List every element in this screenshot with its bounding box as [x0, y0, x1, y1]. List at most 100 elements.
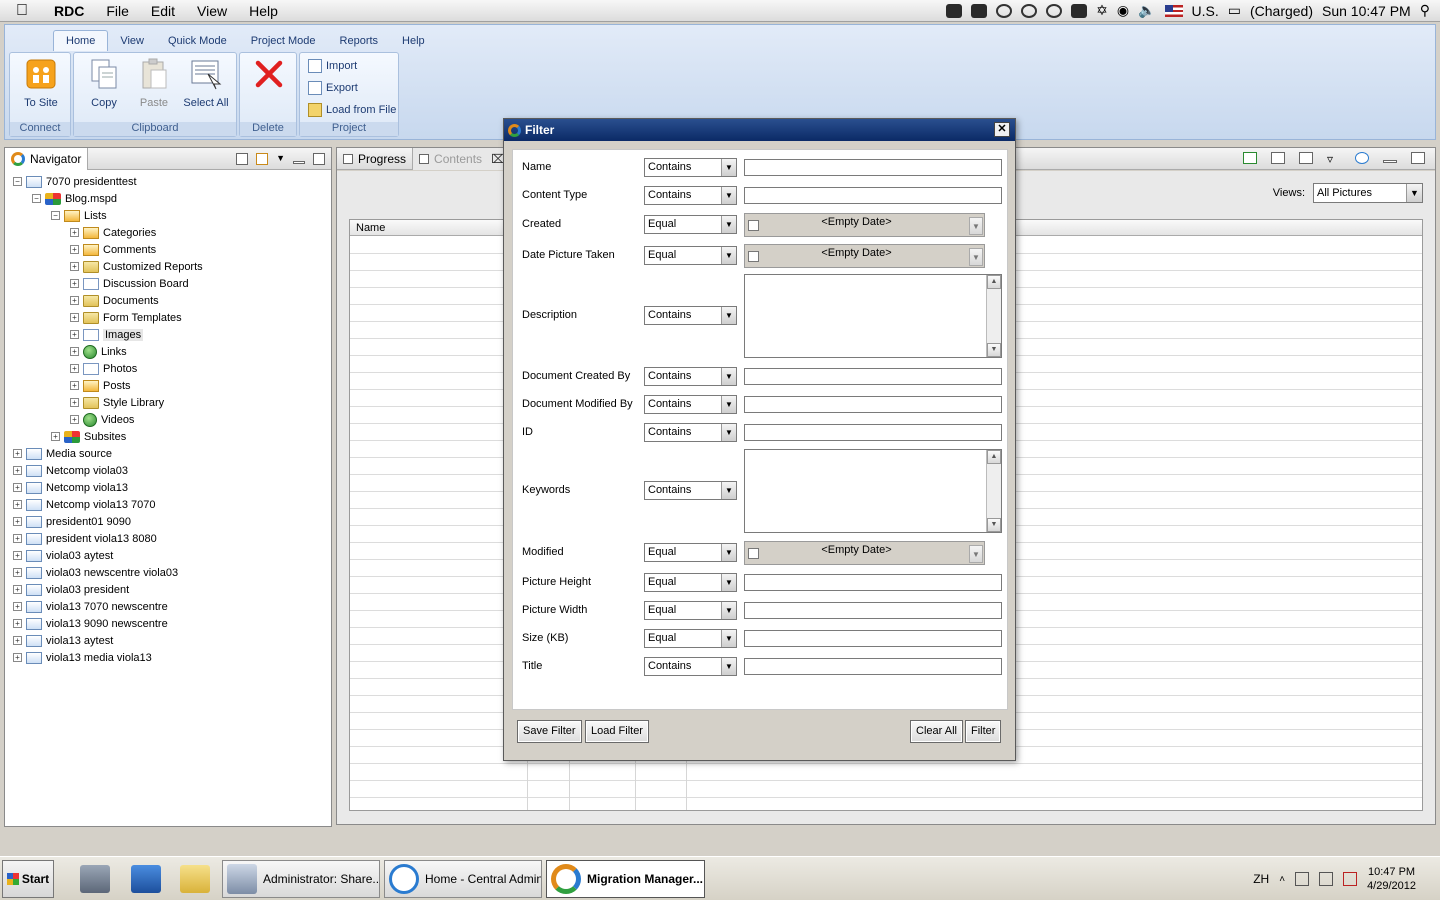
- content-minimize-icon[interactable]: [1383, 160, 1397, 163]
- menu-view[interactable]: View: [186, 3, 238, 19]
- expand-toggle-icon[interactable]: +: [13, 551, 22, 560]
- tree-node[interactable]: + Images: [70, 326, 144, 343]
- operator-dropdown[interactable]: Equal ▼: [644, 246, 737, 265]
- close-icon[interactable]: ✕: [994, 122, 1010, 137]
- tree-node[interactable]: + viola03 aytest: [13, 547, 113, 564]
- tab-quick-mode[interactable]: Quick Mode: [156, 31, 239, 51]
- tree-node[interactable]: − Lists: [51, 207, 107, 224]
- load-from-file-button[interactable]: Load from File: [308, 100, 396, 120]
- bluetooth-icon[interactable]: ✡: [1096, 2, 1108, 19]
- dropdown-arrow-icon[interactable]: ▼: [721, 544, 736, 561]
- menu-file[interactable]: File: [95, 3, 140, 19]
- tree-node[interactable]: + Discussion Board: [70, 275, 189, 292]
- delete-button[interactable]: [239, 57, 299, 97]
- expand-toggle-icon[interactable]: +: [70, 381, 79, 390]
- value-input[interactable]: [744, 602, 1002, 619]
- flag-icon[interactable]: [1164, 4, 1183, 17]
- tree-node[interactable]: + Media source: [13, 445, 112, 462]
- battery-status[interactable]: (Charged): [1250, 3, 1313, 19]
- tree-node[interactable]: + viola13 aytest: [13, 632, 113, 649]
- volume-muted-icon[interactable]: [1343, 872, 1358, 886]
- clear-all-button[interactable]: Clear All: [910, 720, 963, 743]
- expand-toggle-icon[interactable]: +: [70, 398, 79, 407]
- expand-toggle-icon[interactable]: +: [13, 449, 22, 458]
- dropdown-arrow-icon[interactable]: ▼: [721, 482, 736, 499]
- tree-node[interactable]: + Customized Reports: [70, 258, 203, 275]
- operator-dropdown[interactable]: Equal ▼: [644, 629, 737, 648]
- tree-node[interactable]: + Photos: [70, 360, 137, 377]
- tree-node[interactable]: + Categories: [70, 224, 156, 241]
- to-site-button[interactable]: To Site: [11, 57, 71, 109]
- collapse-toggle-icon[interactable]: −: [13, 177, 22, 186]
- tree-node[interactable]: + viola13 9090 newscentre: [13, 615, 168, 632]
- value-input[interactable]: [744, 574, 1002, 591]
- taskbar-clock[interactable]: 10:47 PM 4/29/2012: [1367, 865, 1416, 893]
- operator-dropdown[interactable]: Contains ▼: [644, 481, 737, 500]
- tree-node[interactable]: + Netcomp viola13: [13, 479, 128, 496]
- apple-menu-icon[interactable]: : [0, 2, 44, 20]
- tab-project-mode[interactable]: Project Mode: [239, 31, 328, 51]
- operator-dropdown[interactable]: Equal ▼: [644, 215, 737, 234]
- tab-help[interactable]: Help: [390, 31, 437, 51]
- dropdown-arrow-icon[interactable]: ▼: [721, 159, 736, 176]
- expand-toggle-icon[interactable]: +: [70, 228, 79, 237]
- export-button[interactable]: Export: [308, 78, 358, 98]
- tree-node[interactable]: + Comments: [70, 241, 156, 258]
- dropdown-arrow-icon[interactable]: ▼: [721, 307, 736, 324]
- start-button[interactable]: Start: [2, 860, 54, 898]
- list-view-icon[interactable]: [1271, 152, 1285, 164]
- value-textarea[interactable]: ▲ ▼: [744, 274, 1002, 358]
- x-icon[interactable]: [971, 3, 988, 18]
- maximize-icon[interactable]: [313, 152, 325, 165]
- dropdown-arrow-icon[interactable]: ▼: [721, 602, 736, 619]
- keyboard-layout[interactable]: U.S.: [1192, 3, 1219, 19]
- operator-dropdown[interactable]: Contains ▼: [644, 306, 737, 325]
- dropdown-arrow-icon[interactable]: ▼: [721, 630, 736, 647]
- value-textarea[interactable]: ▲ ▼: [744, 449, 1002, 533]
- tree-node[interactable]: + Videos: [70, 411, 134, 428]
- operator-dropdown[interactable]: Contains ▼: [644, 423, 737, 442]
- dropdown-arrow-icon[interactable]: ▼: [721, 574, 736, 591]
- add-column-icon[interactable]: [1243, 152, 1257, 164]
- server-manager-icon[interactable]: [80, 865, 110, 893]
- powershell-icon[interactable]: [131, 865, 161, 893]
- expand-toggle-icon[interactable]: +: [70, 279, 79, 288]
- taskbar-window-admin[interactable]: Administrator: Share...: [222, 860, 380, 898]
- sync-arrows-icon[interactable]: [256, 152, 269, 165]
- explorer-icon[interactable]: [180, 865, 210, 893]
- filter-titlebar[interactable]: Filter ✕: [504, 119, 1015, 141]
- expand-toggle-icon[interactable]: +: [13, 636, 22, 645]
- content-maximize-icon[interactable]: [1411, 152, 1425, 164]
- language-indicator[interactable]: ZH: [1253, 872, 1269, 886]
- expand-toggle-icon[interactable]: +: [70, 313, 79, 322]
- tree-node[interactable]: − 7070 presidenttest: [13, 173, 137, 190]
- value-input[interactable]: [744, 396, 1002, 413]
- date-picker[interactable]: <Empty Date> ▼: [744, 244, 985, 268]
- value-input[interactable]: [744, 424, 1002, 441]
- tree-node[interactable]: + Style Library: [70, 394, 164, 411]
- expand-toggle-icon[interactable]: +: [13, 483, 22, 492]
- operator-dropdown[interactable]: Equal ▼: [644, 573, 737, 592]
- operator-dropdown[interactable]: Contains ▼: [644, 395, 737, 414]
- scrollbar[interactable]: ▲ ▼: [986, 275, 1001, 357]
- refresh-icon[interactable]: [1355, 152, 1369, 164]
- spotlight-icon[interactable]: ⚲: [1420, 2, 1430, 19]
- sync-icon[interactable]: [996, 3, 1013, 18]
- tree-node[interactable]: + president01 9090: [13, 513, 131, 530]
- value-input[interactable]: [744, 187, 1002, 204]
- tab-home[interactable]: Home: [53, 30, 109, 51]
- filter-funnel-icon[interactable]: ▿: [1327, 152, 1341, 166]
- paste-button[interactable]: Paste: [124, 57, 184, 109]
- tree-node[interactable]: + Subsites: [51, 428, 126, 445]
- operator-dropdown[interactable]: Contains ▼: [644, 186, 737, 205]
- expand-toggle-icon[interactable]: +: [70, 330, 79, 339]
- expand-toggle-icon[interactable]: +: [13, 517, 22, 526]
- value-input[interactable]: [744, 368, 1002, 385]
- dropdown-arrow-icon[interactable]: ▼: [721, 187, 736, 204]
- scroll-up-icon[interactable]: ▲: [987, 275, 1001, 289]
- tree-node[interactable]: + viola03 president: [13, 581, 129, 598]
- tree-node[interactable]: + Links: [70, 343, 127, 360]
- menu-help[interactable]: Help: [238, 3, 289, 19]
- expand-toggle-icon[interactable]: +: [70, 415, 79, 424]
- collapse-all-icon[interactable]: [236, 152, 249, 165]
